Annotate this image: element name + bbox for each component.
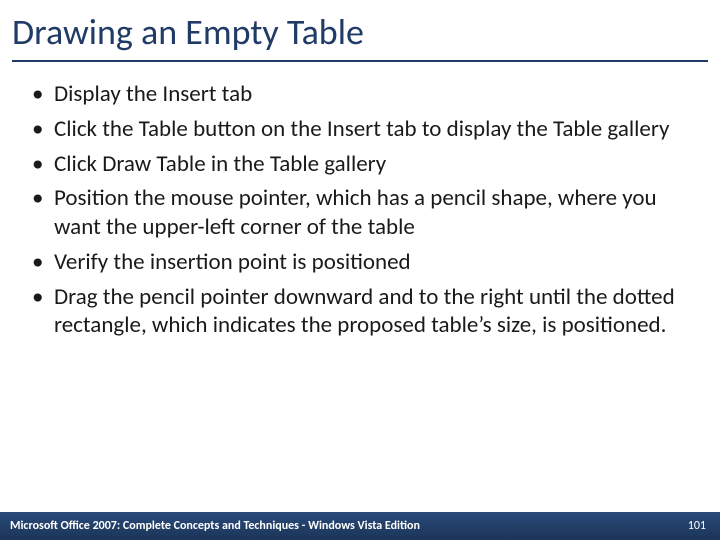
slide: Drawing an Empty Table Display the Inser… <box>0 0 720 540</box>
bullet-list: Display the Insert tab Click the Table b… <box>32 80 700 340</box>
footer-text: Microsoft Office 2007: Complete Concepts… <box>10 519 420 533</box>
page-title: Drawing an Empty Table <box>0 0 720 60</box>
page-number: 101 <box>688 519 706 533</box>
body-content: Display the Insert tab Click the Table b… <box>0 62 720 340</box>
footer-bar: Microsoft Office 2007: Complete Concepts… <box>0 512 720 540</box>
list-item: Drag the pencil pointer downward and to … <box>32 283 700 341</box>
list-item: Display the Insert tab <box>32 80 700 109</box>
list-item: Verify the insertion point is positioned <box>32 248 700 277</box>
list-item: Click the Table button on the Insert tab… <box>32 115 700 144</box>
list-item: Click Draw Table in the Table gallery <box>32 150 700 179</box>
list-item: Position the mouse pointer, which has a … <box>32 184 700 242</box>
